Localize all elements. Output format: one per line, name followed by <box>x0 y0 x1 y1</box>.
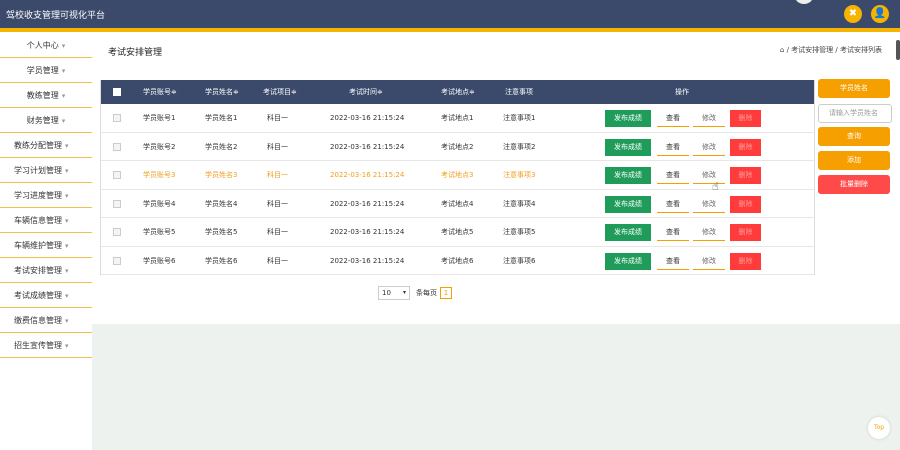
search-input[interactable]: 请输入学员姓名 <box>818 104 892 123</box>
sidebar-item-finance[interactable]: 财务管理 ▾ <box>0 109 92 133</box>
sidebar-item-enrollment-promo[interactable]: 招生宣传管理 ▾ <box>0 334 92 358</box>
view-button[interactable]: 查看 <box>657 252 689 270</box>
col-name[interactable]: 学员姓名≑ <box>205 80 239 104</box>
col-notes: 注意事项 <box>505 88 533 96</box>
batch-delete-button[interactable]: 批量删除 <box>818 175 890 194</box>
sidebar-item-coaches[interactable]: 教练管理 ▾ <box>0 84 92 108</box>
sidebar-item-vehicle-maintenance[interactable]: 车辆维护管理 ▾ <box>0 234 92 258</box>
close-icon[interactable]: ✖ <box>844 5 862 23</box>
top-header: 驾校收支管理可视化平台 ✖ 👤 <box>0 0 900 28</box>
back-to-top-button[interactable]: Top <box>868 417 890 439</box>
publish-score-button[interactable]: 发布成绩 <box>605 224 651 241</box>
col-place[interactable]: 考试地点≑ <box>441 80 475 104</box>
sidebar-item-study-plan[interactable]: 学习计划管理 ▾ <box>0 159 92 183</box>
breadcrumb: ⌂ / 考试安排管理 / 考试安排列表 <box>780 45 882 55</box>
breadcrumb-path: / 考试安排管理 / 考试安排列表 <box>786 46 882 54</box>
sidebar: 个人中心 ▾ 学员管理 ▾ 教练管理 ▾ 财务管理 ▾ 教练分配管理 ▾ 学习计划管理 ▾ … <box>0 32 92 450</box>
cursor-icon: ☝ <box>712 180 719 193</box>
edit-button[interactable]: 修改 <box>693 138 725 156</box>
chevron-down-icon: ▾ <box>61 117 66 125</box>
edit-button[interactable]: 修改 <box>693 110 725 127</box>
avatar[interactable] <box>794 0 814 4</box>
publish-score-button[interactable]: 发布成绩 <box>605 167 651 184</box>
delete-button[interactable]: 删除 <box>730 110 761 127</box>
page-size-label: 条每页 <box>416 289 437 297</box>
chevron-down-icon: ▾ <box>65 317 69 325</box>
page-title: 考试安排管理 <box>108 48 163 58</box>
delete-button[interactable]: 删除 <box>730 167 761 184</box>
chevron-down-icon: ▾ <box>65 342 69 350</box>
col-ops: 操作 <box>675 88 689 96</box>
search-button[interactable]: 查询 <box>818 127 890 146</box>
sidebar-item-study-progress[interactable]: 学习进度管理 ▾ <box>0 184 92 208</box>
view-button[interactable]: 查看 <box>657 138 689 156</box>
sidebar-item-profile[interactable]: 个人中心 ▾ <box>0 34 92 58</box>
table-row: 学员账号3 学员姓名3 科目一 2022-03-16 21:15:24 考试地点… <box>101 161 814 190</box>
delete-button[interactable]: 删除 <box>730 224 761 241</box>
chevron-down-icon: ▾ <box>65 242 69 250</box>
delete-button[interactable]: 删除 <box>730 252 761 270</box>
scrollbar[interactable] <box>896 40 900 60</box>
sidebar-item-students[interactable]: 学员管理 ▾ <box>0 59 92 83</box>
row-checkbox[interactable] <box>113 199 121 208</box>
table-row: 学员账号6 学员姓名6 科目一 2022-03-16 21:15:24 考试地点… <box>101 247 814 275</box>
chevron-down-icon: ▾ <box>65 217 69 225</box>
page-size-select[interactable]: 10 ▾ <box>378 286 410 300</box>
table-row: 学员账号5 学员姓名5 科目一 2022-03-16 21:15:24 考试地点… <box>101 218 814 247</box>
delete-button[interactable]: 删除 <box>730 195 761 213</box>
table-row: 学员账号1 学员姓名1 科目一 2022-03-16 21:15:24 考试地点… <box>101 104 814 133</box>
page-number-current[interactable]: 1 <box>440 287 452 299</box>
edit-button[interactable]: 修改 <box>693 252 725 270</box>
delete-button[interactable]: 删除 <box>730 138 761 156</box>
row-checkbox[interactable] <box>113 142 121 151</box>
app-title: 驾校收支管理可视化平台 <box>6 11 106 21</box>
col-account[interactable]: 学员账号≑ <box>143 80 177 104</box>
chevron-down-icon: ▾ <box>65 192 69 200</box>
chevron-down-icon: ▾ <box>65 167 69 175</box>
row-checkbox[interactable] <box>113 114 121 122</box>
row-checkbox[interactable] <box>113 228 121 236</box>
publish-score-button[interactable]: 发布成绩 <box>605 138 651 156</box>
chevron-down-icon: ▾ <box>61 67 66 75</box>
table-header: 学员账号≑ 学员姓名≑ 考试项目≑ 考试时间≑ 考试地点≑ 注意事项 操作 <box>101 80 814 104</box>
chevron-down-icon: ▾ <box>61 42 66 50</box>
edit-button[interactable]: 修改 <box>693 167 725 184</box>
sidebar-item-exam-scores[interactable]: 考试成绩管理 ▾ <box>0 284 92 308</box>
chevron-down-icon: ▾ <box>402 289 406 296</box>
add-button[interactable]: 添加 <box>818 151 890 170</box>
select-all-checkbox[interactable] <box>113 88 121 96</box>
view-button[interactable]: 查看 <box>657 167 689 184</box>
sidebar-item-vehicle-info[interactable]: 车辆信息管理 ▾ <box>0 209 92 233</box>
publish-score-button[interactable]: 发布成绩 <box>605 110 651 127</box>
table-row: 学员账号2 学员姓名2 科目一 2022-03-16 21:15:24 考试地点… <box>101 133 814 161</box>
chevron-down-icon: ▾ <box>65 142 69 150</box>
edit-button[interactable]: 修改 <box>693 195 725 213</box>
user-icon[interactable]: 👤 <box>871 5 889 23</box>
view-button[interactable]: 查看 <box>657 110 689 127</box>
row-checkbox[interactable] <box>113 171 121 179</box>
row-checkbox[interactable] <box>113 256 121 265</box>
chevron-down-icon: ▾ <box>65 292 69 300</box>
col-subject[interactable]: 考试项目≑ <box>263 80 297 104</box>
chevron-down-icon: ▾ <box>61 92 66 100</box>
view-button[interactable]: 查看 <box>657 224 689 241</box>
home-icon[interactable]: ⌂ <box>780 46 784 54</box>
table-row: 学员账号4 学员姓名4 科目一 2022-03-16 21:15:24 考试地点… <box>101 190 814 218</box>
publish-score-button[interactable]: 发布成绩 <box>605 252 651 270</box>
chevron-down-icon: ▾ <box>65 267 69 275</box>
view-button[interactable]: 查看 <box>657 195 689 213</box>
exam-table: 学员账号≑ 学员姓名≑ 考试项目≑ 考试时间≑ 考试地点≑ 注意事项 操作 学员… <box>100 80 815 275</box>
col-time[interactable]: 考试时间≑ <box>349 80 383 104</box>
publish-score-button[interactable]: 发布成绩 <box>605 195 651 213</box>
student-name-label: 学员姓名 <box>818 79 890 98</box>
sidebar-item-payments[interactable]: 缴费信息管理 ▾ <box>0 309 92 333</box>
sidebar-item-coach-assign[interactable]: 教练分配管理 ▾ <box>0 134 92 158</box>
main-content: 考试安排管理 ⌂ / 考试安排管理 / 考试安排列表 学员账号≑ 学员姓名≑ 考… <box>92 32 900 450</box>
edit-button[interactable]: 修改 <box>693 224 725 241</box>
sidebar-item-exam-schedule[interactable]: 考试安排管理 ▾ <box>0 259 92 283</box>
